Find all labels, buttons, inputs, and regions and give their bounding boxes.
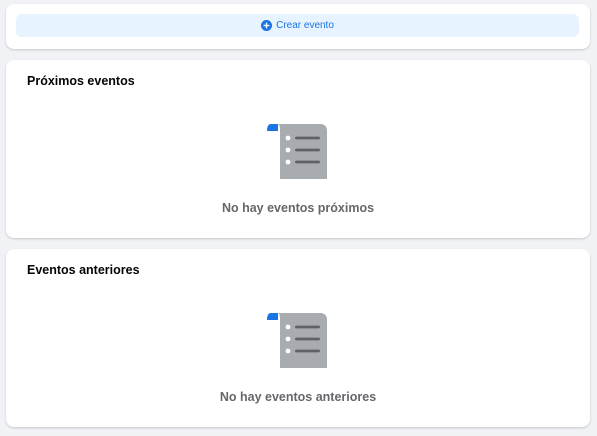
- create-event-button[interactable]: Crear evento: [16, 14, 579, 37]
- past-events-card: Eventos anteriores No hay eventos anteri…: [6, 249, 590, 427]
- past-events-title: Eventos anteriores: [27, 263, 140, 277]
- upcoming-empty-message: No hay eventos próximos: [221, 201, 375, 215]
- past-empty-message: No hay eventos anteriores: [219, 390, 377, 404]
- create-event-label: Crear evento: [276, 20, 334, 31]
- plus-circle-icon: [261, 20, 273, 31]
- events-page: Crear evento Próximos eventos No hay eve…: [0, 0, 597, 436]
- create-event-card: Crear evento: [6, 4, 590, 49]
- document-list-icon: [266, 312, 330, 370]
- document-list-icon: [266, 123, 330, 181]
- upcoming-events-card: Próximos eventos No hay eventos próximos: [6, 60, 590, 238]
- upcoming-events-title: Próximos eventos: [27, 74, 135, 88]
